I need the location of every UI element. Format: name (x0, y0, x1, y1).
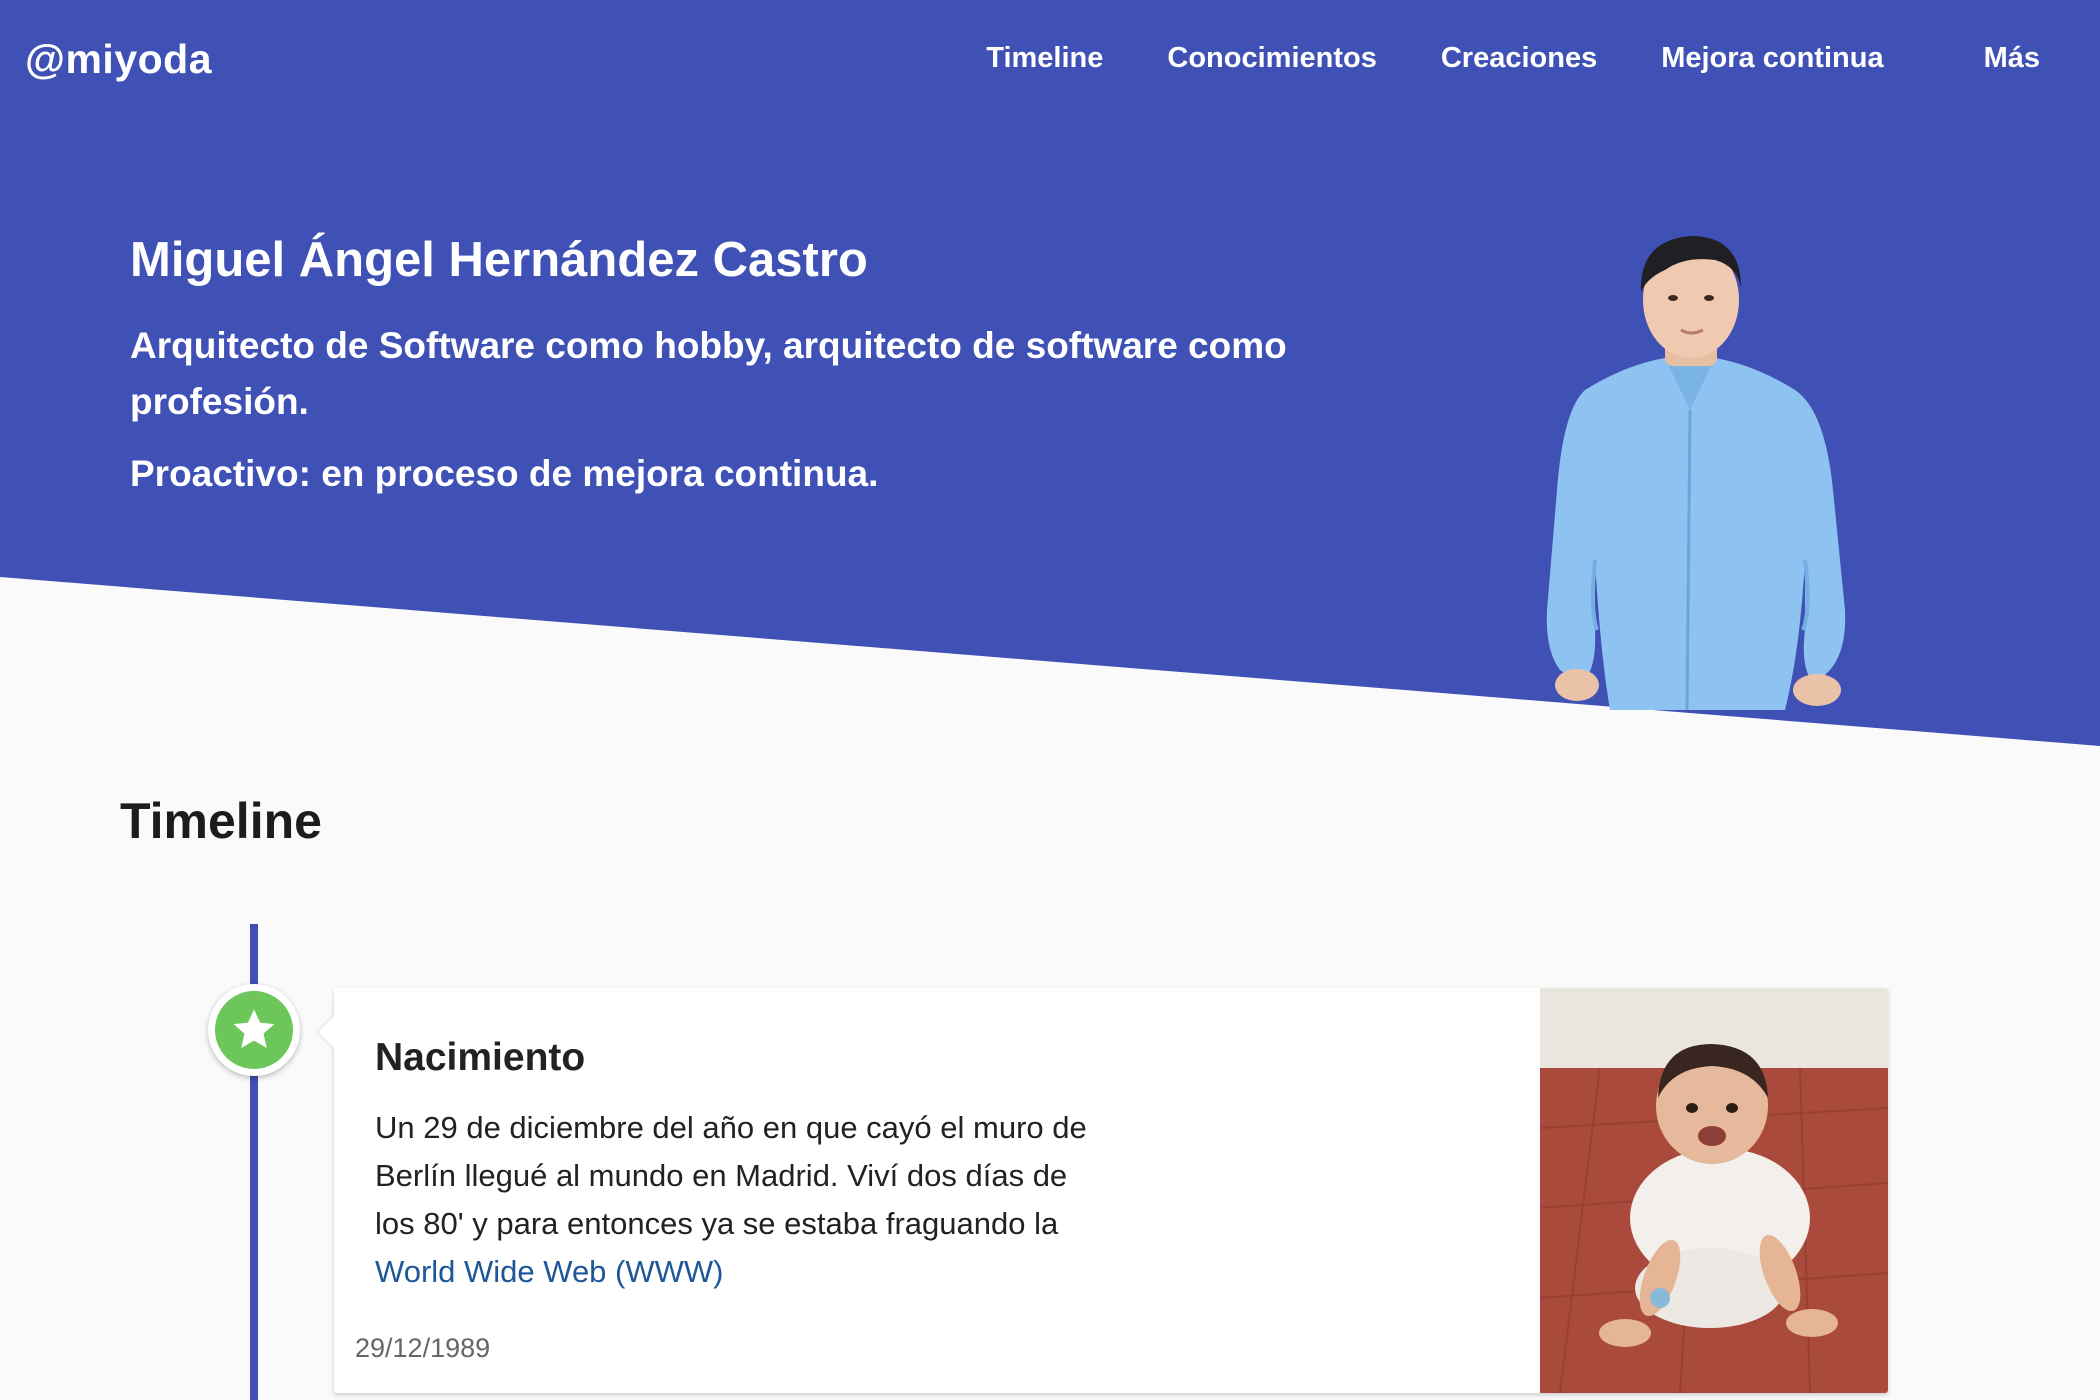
nav-menu: Timeline Conocimientos Creaciones Mejora… (954, 42, 2040, 75)
card-photo (1540, 988, 1888, 1393)
card-link-www[interactable]: World Wide Web (WWW) (375, 1254, 723, 1289)
card-pointer (318, 1014, 336, 1050)
nav-item-conocimientos[interactable]: Conocimientos (1135, 42, 1408, 75)
profile-photo (1546, 236, 1846, 711)
card-title: Nacimiento (375, 1036, 586, 1079)
nav-item-creaciones[interactable]: Creaciones (1409, 42, 1629, 75)
hero-name: Miguel Ángel Hernández Castro (130, 233, 868, 287)
nav-item-mas[interactable]: Más (1916, 42, 2040, 75)
hero-text: Miguel Ángel Hernández Castro Arquitecto… (130, 232, 1380, 502)
card-body: Un 29 de diciembre del año en que cayó e… (375, 1104, 1095, 1296)
card-body-text: Un 29 de diciembre del año en que cayó e… (375, 1110, 1087, 1241)
star-icon-glyph (233, 1009, 275, 1048)
hero-subtitle-2: Proactivo: en proceso de mejora continua… (130, 453, 879, 494)
timeline-marker (208, 984, 300, 1076)
nav-item-mejora-continua[interactable]: Mejora continua (1629, 42, 1915, 75)
brand-logo[interactable]: @miyoda (25, 36, 212, 83)
card-date: 29/12/1989 (355, 1333, 491, 1363)
navbar: @miyoda Timeline Conocimientos Creacione… (0, 0, 2100, 120)
timeline-card: Nacimiento Un 29 de diciembre del año en… (334, 988, 1888, 1393)
hero-subtitle: Arquitecto de Software como hobby, arqui… (130, 325, 1287, 422)
star-icon (215, 991, 293, 1069)
nav-item-timeline[interactable]: Timeline (954, 42, 1135, 75)
section-title-timeline: Timeline (120, 793, 322, 849)
